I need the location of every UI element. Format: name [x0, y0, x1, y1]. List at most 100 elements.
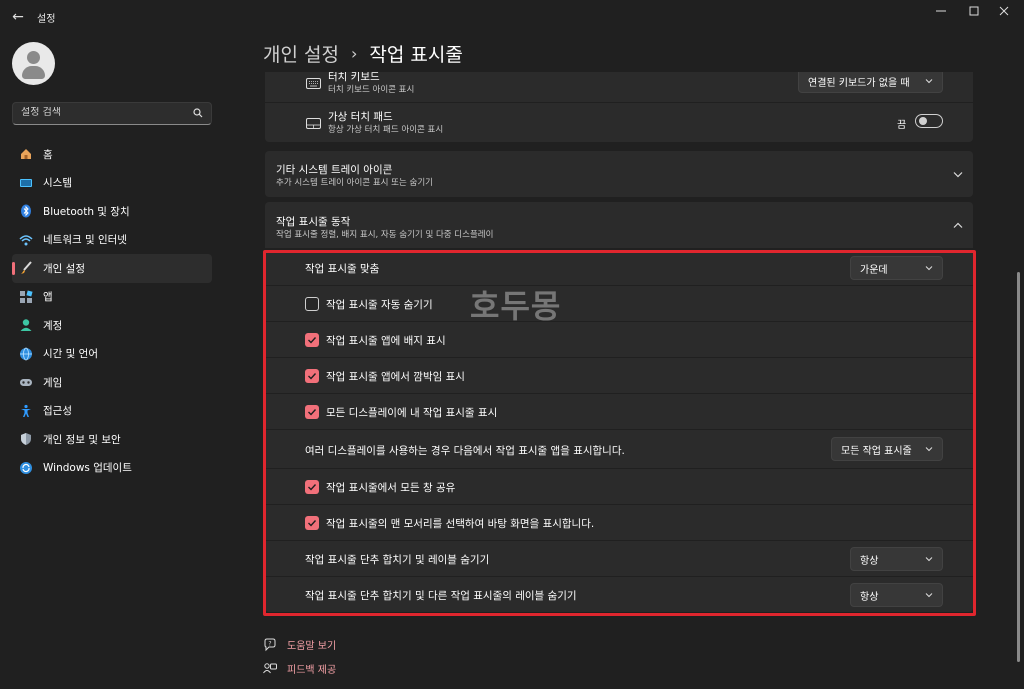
give-feedback-label: 피드백 제공: [287, 665, 337, 676]
sidebar-item-label: 네트워크 및 인터넷: [43, 234, 127, 247]
chevron-down-icon: [925, 266, 933, 271]
auto-hide-row: 작업 표시줄 자동 숨기기: [265, 286, 973, 321]
sidebar-item-accounts[interactable]: 계정: [12, 311, 212, 340]
sidebar-item-label: 게임: [43, 376, 63, 389]
get-help-link[interactable]: ? 도움말 보기: [263, 637, 336, 652]
sidebar-item-system[interactable]: 시스템: [12, 169, 212, 198]
sidebar-item-accessibility[interactable]: 접근성: [12, 397, 212, 426]
close-button[interactable]: [987, 2, 1021, 24]
privacy-shield-icon: [18, 431, 34, 447]
sidebar-item-home[interactable]: 홈: [12, 140, 212, 169]
help-icon: ?: [264, 638, 276, 651]
sidebar-item-personalization[interactable]: 개인 설정: [12, 254, 212, 283]
combine-other-label: 작업 표시줄 단추 합치기 및 다른 작업 표시줄의 레이블 숨기기: [305, 590, 577, 602]
checkmark-icon: [308, 409, 317, 416]
touch-keyboard-subtitle: 터치 키보드 아이콘 표시: [328, 85, 415, 95]
chevron-down-icon: [925, 79, 933, 84]
breadcrumb-parent[interactable]: 개인 설정: [263, 40, 339, 67]
sidebar-item-label: 접근성: [43, 405, 72, 418]
avatar-head-icon: [27, 51, 40, 64]
gaming-icon: [18, 374, 34, 390]
sidebar-item-network[interactable]: 네트워크 및 인터넷: [12, 226, 212, 255]
combine-other-row: 작업 표시줄 단추 합치기 및 다른 작업 표시줄의 레이블 숨기기 항상: [265, 577, 973, 612]
watermark-text: 호두몽: [470, 287, 562, 325]
row-divider: [265, 504, 973, 505]
windows-update-icon: [18, 460, 34, 476]
network-icon: [18, 232, 34, 248]
taskbar-alignment-dropdown[interactable]: 가운데: [850, 256, 943, 280]
app-badges-row: 작업 표시줄 앱에 배지 표시: [265, 322, 973, 357]
title-bar: ← 설정: [0, 0, 1024, 34]
touchpad-toggle[interactable]: [915, 114, 943, 128]
all-displays-checkbox[interactable]: [305, 405, 319, 419]
personalization-brush-icon: [18, 260, 34, 276]
settings-content: 터치 키보드 터치 키보드 아이콘 표시 연결된 키보드가 없을 때 가상 터치…: [265, 72, 973, 689]
give-feedback-link[interactable]: 피드백 제공: [263, 661, 336, 676]
sidebar-item-privacy[interactable]: 개인 정보 및 보안: [12, 425, 212, 454]
combine-buttons-dropdown[interactable]: 항상: [850, 547, 943, 571]
far-corner-checkbox[interactable]: [305, 516, 319, 530]
maximize-button[interactable]: [957, 2, 991, 24]
sidebar-item-label: Bluetooth 및 장치: [43, 205, 130, 218]
account-icon: [18, 317, 34, 333]
sidebar-item-label: 시간 및 언어: [43, 348, 98, 361]
sidebar-item-label: 개인 설정: [43, 262, 85, 275]
all-displays-row: 모든 디스플레이에 내 작업 표시줄 표시: [265, 394, 973, 429]
sidebar-item-bluetooth[interactable]: Bluetooth 및 장치: [12, 197, 212, 226]
minimize-button[interactable]: [924, 2, 958, 24]
app-flashing-checkbox[interactable]: [305, 369, 319, 383]
multi-display-row: 여러 디스플레이를 사용하는 경우 다음에서 작업 표시줄 앱을 표시합니다. …: [265, 430, 973, 468]
sidebar-item-label: 개인 정보 및 보안: [43, 433, 121, 446]
chevron-down-icon[interactable]: [953, 171, 963, 178]
combine-other-dropdown[interactable]: 항상: [850, 583, 943, 607]
checkmark-icon: [308, 484, 317, 491]
taskbar-alignment-label: 작업 표시줄 맞춤: [305, 263, 380, 275]
checkmark-icon: [308, 337, 317, 344]
home-icon: [18, 146, 34, 162]
get-help-label: 도움말 보기: [287, 641, 337, 652]
combine-buttons-row: 작업 표시줄 단추 합치기 및 레이블 숨기기 항상: [265, 541, 973, 576]
dropdown-value: 항상: [860, 555, 879, 567]
taskbar-behaviors-title: 작업 표시줄 동작: [276, 216, 351, 228]
toggle-knob: [919, 117, 927, 125]
checkmark-icon: [308, 373, 317, 380]
chevron-up-icon[interactable]: [953, 222, 963, 229]
app-badges-checkbox[interactable]: [305, 333, 319, 347]
sidebar-item-label: 계정: [43, 319, 63, 332]
chevron-down-icon: [925, 447, 933, 452]
sidebar-nav: 홈 시스템 Bluetooth 및 장치 네트워크 및 인터넷 개인 설정 앱: [12, 140, 212, 482]
row-divider: [265, 393, 973, 394]
touch-keyboard-icon: [306, 78, 321, 89]
taskbar-behaviors-expander[interactable]: 작업 표시줄 동작 작업 표시줄 정렬, 배지 표시, 자동 숨기기 및 다중 …: [265, 202, 973, 248]
auto-hide-label: 작업 표시줄 자동 숨기기: [326, 299, 433, 311]
touchpad-title: 가상 터치 패드: [328, 111, 393, 123]
dropdown-value: 모든 작업 표시줄: [841, 445, 912, 457]
search-icon[interactable]: [193, 108, 203, 118]
sidebar-item-time-language[interactable]: 시간 및 언어: [12, 340, 212, 369]
row-divider: [265, 357, 973, 358]
touch-keyboard-dropdown[interactable]: 연결된 키보드가 없을 때: [798, 72, 943, 93]
sidebar-item-apps[interactable]: 앱: [12, 283, 212, 312]
time-language-icon: [18, 346, 34, 362]
dropdown-value: 연결된 키보드가 없을 때: [808, 77, 910, 89]
far-corner-label: 작업 표시줄의 맨 모서리를 선택하여 바탕 화면을 표시합니다.: [326, 518, 595, 530]
sidebar-item-gaming[interactable]: 게임: [12, 368, 212, 397]
breadcrumb: 개인 설정 › 작업 표시줄: [263, 40, 463, 67]
row-divider: [265, 321, 973, 322]
row-divider: [265, 468, 973, 469]
breadcrumb-separator: ›: [350, 44, 358, 63]
taskbar-alignment-row: 작업 표시줄 맞춤 가운데: [265, 250, 973, 285]
sidebar-item-windows-update[interactable]: Windows 업데이트: [12, 454, 212, 483]
sidebar-item-label: Windows 업데이트: [43, 462, 132, 475]
active-indicator: [12, 262, 15, 275]
settings-search-box[interactable]: [12, 102, 212, 125]
other-tray-icons-expander[interactable]: 기타 시스템 트레이 아이콘 추가 시스템 트레이 아이콘 표시 또는 숨기기: [265, 151, 973, 197]
auto-hide-checkbox[interactable]: [305, 297, 319, 311]
back-button[interactable]: ←: [6, 5, 30, 29]
content-scrollbar[interactable]: [1017, 272, 1020, 662]
search-input[interactable]: [21, 107, 191, 118]
share-window-checkbox[interactable]: [305, 480, 319, 494]
page-title: 작업 표시줄: [369, 44, 463, 66]
user-avatar[interactable]: [12, 42, 55, 85]
multi-display-dropdown[interactable]: 모든 작업 표시줄: [831, 437, 943, 461]
